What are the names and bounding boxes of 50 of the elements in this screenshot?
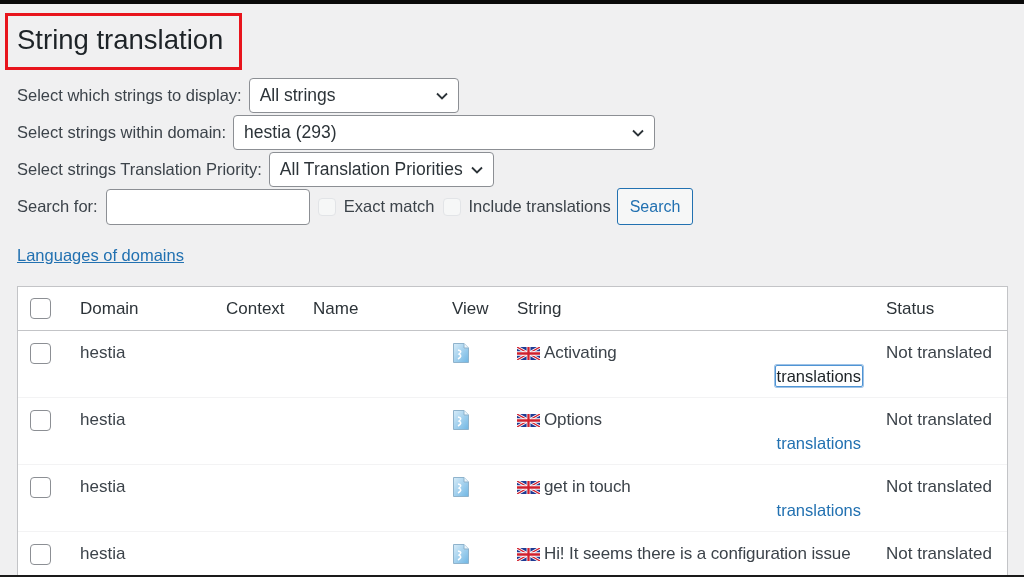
column-header: View: [452, 298, 489, 318]
column-header: Domain: [80, 298, 139, 318]
document-icon[interactable]: [453, 544, 469, 564]
document-icon[interactable]: [453, 343, 469, 363]
column-header: Status: [886, 298, 935, 318]
status-cell: Not translated: [886, 477, 992, 496]
document-icon[interactable]: [453, 477, 469, 497]
dropdown[interactable]: All Translation Priorities: [268, 152, 494, 187]
translations-link[interactable]: translations: [774, 365, 863, 387]
column-header: String: [517, 298, 562, 318]
row-checkbox[interactable]: [30, 544, 51, 565]
string-text: Activating: [544, 343, 617, 363]
search-label: Search for:: [17, 197, 98, 216]
select-all-checkbox[interactable]: [30, 298, 51, 319]
chevron-down-icon: [435, 91, 448, 100]
status-cell: Not translated: [886, 343, 992, 362]
string-text: get in touch: [544, 477, 631, 497]
domain-cell: hestia: [80, 410, 126, 429]
option-label: Exact match: [343, 197, 435, 216]
chevron-down-icon: [470, 165, 483, 174]
filter-label: Select strings Translation Priority:: [17, 160, 262, 179]
chevron-down-icon: [632, 128, 645, 137]
dropdown[interactable]: hestia (293): [233, 115, 656, 150]
row-checkbox[interactable]: [30, 343, 51, 364]
dropdown[interactable]: All strings: [248, 78, 459, 113]
translations-link[interactable]: translations: [774, 432, 863, 454]
languages-link[interactable]: Languages of domains: [17, 245, 184, 265]
string-text: Hi! It seems there is a configuration issue: [544, 544, 851, 564]
status-cell: Not translated: [886, 410, 992, 429]
uk-flag-icon: [517, 413, 540, 427]
domain-cell: hestia: [80, 477, 126, 496]
column-header: Context: [226, 298, 285, 318]
document-icon[interactable]: [453, 410, 469, 430]
status-cell: Not translated: [886, 544, 992, 563]
search-field[interactable]: [105, 188, 310, 225]
domain-cell: hestia: [80, 544, 126, 563]
filter-label: Select which strings to display:: [17, 86, 242, 105]
uk-flag-icon: [517, 547, 540, 561]
translations-link[interactable]: translations: [774, 499, 863, 521]
uk-flag-icon: [517, 480, 540, 494]
string-text: Options: [544, 410, 602, 430]
row-checkbox[interactable]: [30, 477, 51, 498]
uk-flag-icon: [517, 346, 540, 360]
row-checkbox[interactable]: [30, 410, 51, 431]
search-button[interactable]: Search: [616, 188, 694, 225]
domain-cell: hestia: [80, 343, 126, 362]
option-label: Include translations: [468, 197, 611, 216]
filter-label: Select strings within domain:: [17, 123, 227, 142]
column-header: Name: [313, 298, 359, 318]
page-title: String translation: [17, 23, 224, 56]
